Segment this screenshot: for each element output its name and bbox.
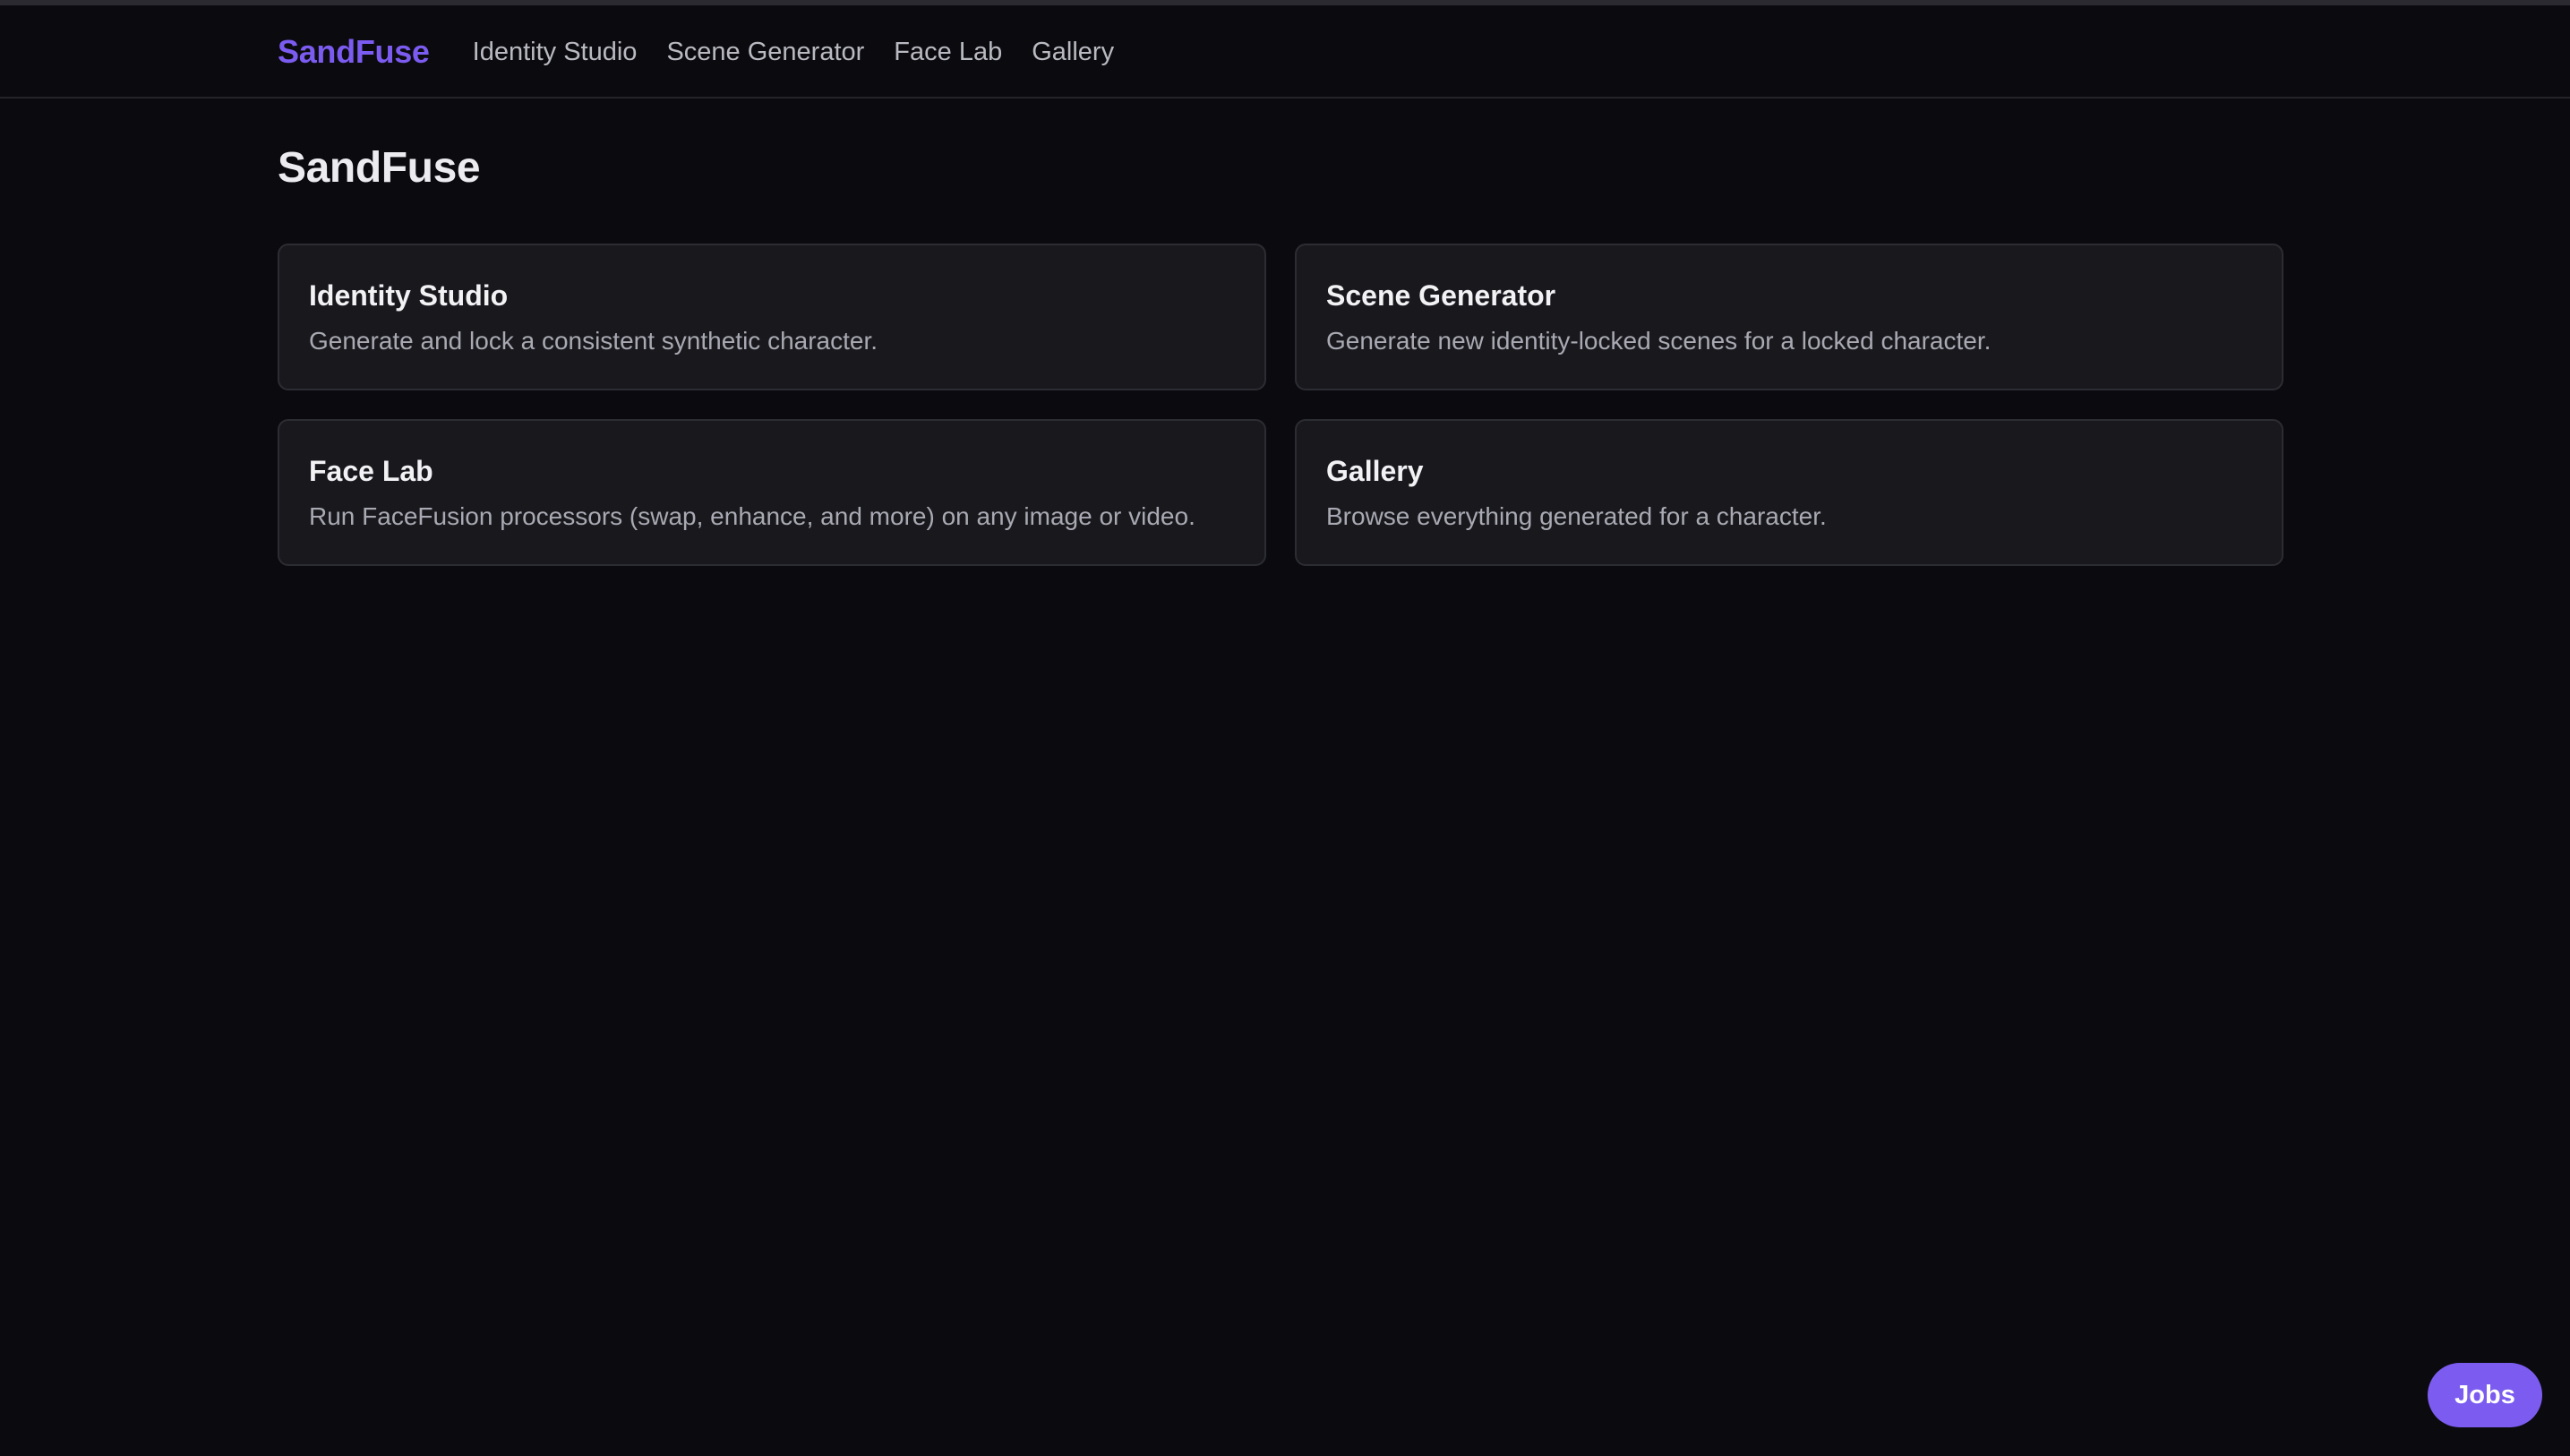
card-description: Run FaceFusion processors (swap, enhance… — [309, 502, 1195, 530]
page-title: SandFuse — [278, 144, 481, 192]
nav-link-identity-studio[interactable]: Identity Studio — [473, 38, 638, 67]
jobs-button[interactable]: Jobs — [2428, 1363, 2542, 1427]
nav-links: SandFuse Identity Studio Scene Generator… — [278, 5, 1144, 98]
card-gallery[interactable]: Gallery Browse everything generated for … — [1295, 419, 2283, 566]
nav-link-face-lab[interactable]: Face Lab — [894, 38, 1002, 67]
nav-link-gallery[interactable]: Gallery — [1032, 38, 1114, 67]
card-face-lab[interactable]: Face Lab Run FaceFusion processors (swap… — [278, 419, 1266, 566]
feature-card-grid: Identity Studio Generate and lock a cons… — [278, 244, 2283, 566]
nav-link-scene-generator[interactable]: Scene Generator — [666, 38, 864, 67]
card-description: Generate and lock a consistent synthetic… — [309, 327, 878, 355]
card-identity-studio[interactable]: Identity Studio Generate and lock a cons… — [278, 244, 1266, 390]
card-scene-generator[interactable]: Scene Generator Generate new identity-lo… — [1295, 244, 2283, 390]
card-description: Browse everything generated for a charac… — [1326, 502, 1827, 530]
card-title: Identity Studio — [309, 279, 509, 312]
card-description: Generate new identity-locked scenes for … — [1326, 327, 1992, 355]
card-title: Scene Generator — [1326, 279, 1556, 312]
brand-logo-link[interactable]: SandFuse — [278, 33, 430, 71]
card-title: Gallery — [1326, 455, 1424, 487]
top-navigation-bar: SandFuse Identity Studio Scene Generator… — [0, 5, 2570, 98]
card-title: Face Lab — [309, 455, 433, 487]
